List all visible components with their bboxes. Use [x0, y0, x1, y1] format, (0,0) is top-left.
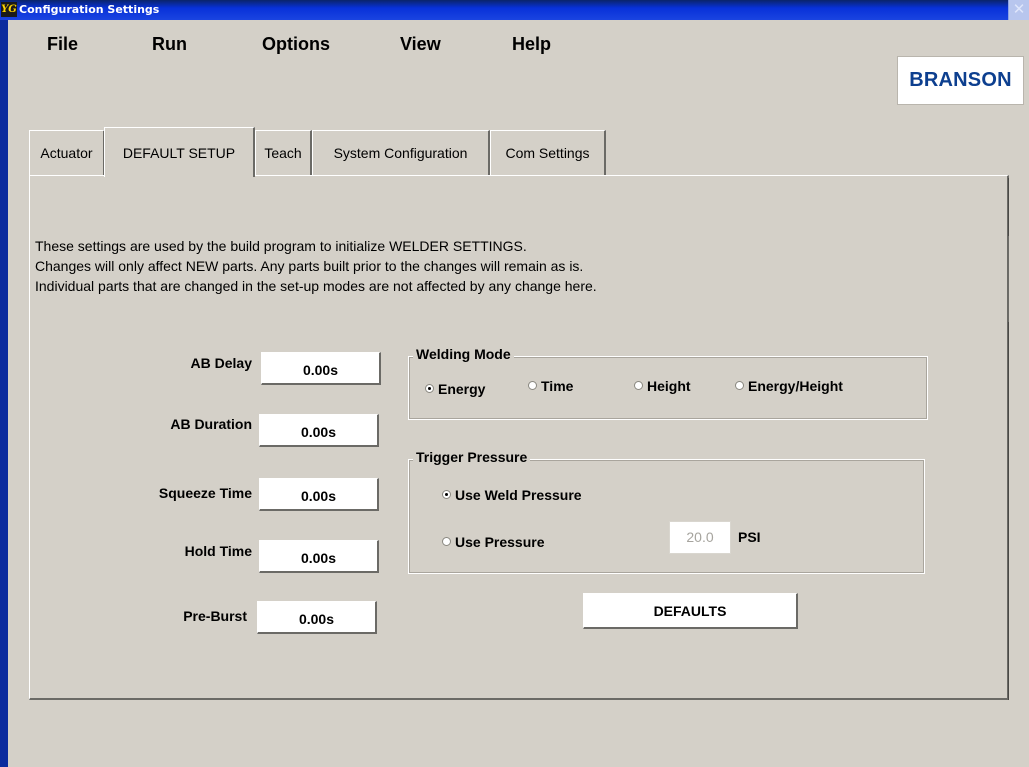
window-left-gap: [8, 20, 11, 767]
hold-time-field[interactable]: 0.00s: [259, 540, 379, 573]
radio-label: Height: [647, 378, 691, 394]
ab-delay-field[interactable]: 0.00s: [261, 352, 381, 385]
welding-mode-height-radio[interactable]: Height: [634, 378, 691, 394]
radio-selected-icon: [442, 490, 451, 499]
branson-logo: BRANSON: [897, 56, 1024, 105]
defaults-button[interactable]: DEFAULTS: [583, 593, 798, 629]
radio-label: Energy/Height: [748, 378, 843, 394]
radio-label: Energy: [438, 381, 486, 397]
tab-com-settings[interactable]: Com Settings: [490, 130, 606, 175]
radio-icon: [442, 537, 451, 546]
pressure-input[interactable]: 20.0: [669, 521, 731, 554]
welding-mode-time-radio[interactable]: Time: [528, 378, 573, 394]
tab-teach[interactable]: Teach: [255, 130, 312, 175]
radio-label: Use Pressure: [455, 534, 545, 550]
menu-options[interactable]: Options: [262, 34, 330, 55]
use-weld-pressure-radio[interactable]: Use Weld Pressure: [442, 487, 582, 503]
panel-divider-top: [1008, 178, 1009, 236]
squeeze-time-field[interactable]: 0.00s: [259, 478, 379, 511]
welding-mode-energy-radio[interactable]: Energy: [425, 381, 485, 397]
window-left-border: [0, 20, 8, 767]
squeeze-time-label: Squeeze Time: [158, 485, 252, 501]
radio-icon: [735, 381, 744, 390]
close-button[interactable]: ✕: [1008, 0, 1029, 20]
tab-system-configuration[interactable]: System Configuration: [312, 130, 490, 175]
info-line-2: Changes will only affect NEW parts. Any …: [35, 258, 584, 274]
radio-label: Use Weld Pressure: [455, 487, 582, 503]
menu-help[interactable]: Help: [512, 34, 551, 55]
use-pressure-radio[interactable]: Use Pressure: [442, 534, 545, 550]
radio-label: Time: [541, 378, 574, 394]
tab-actuator[interactable]: Actuator: [29, 130, 105, 175]
title-bar: YG Configuration Settings ✕: [0, 0, 1029, 20]
menu-run[interactable]: Run: [152, 34, 187, 55]
app-icon: YG: [1, 2, 17, 17]
trigger-pressure-title: Trigger Pressure: [413, 449, 531, 465]
info-line-1: These settings are used by the build pro…: [35, 238, 527, 254]
welding-mode-energy-height-radio[interactable]: Energy/Height: [735, 378, 843, 394]
radio-selected-icon: [425, 384, 434, 393]
menu-file[interactable]: File: [47, 34, 78, 55]
radio-icon: [634, 381, 643, 390]
hold-time-label: Hold Time: [184, 543, 252, 559]
radio-icon: [528, 381, 537, 390]
menu-view[interactable]: View: [400, 34, 441, 55]
ab-duration-label: AB Duration: [170, 416, 252, 432]
pre-burst-label: Pre-Burst: [183, 608, 247, 624]
trigger-pressure-group: [408, 459, 925, 574]
pre-burst-field[interactable]: 0.00s: [257, 601, 377, 634]
window-title: Configuration Settings: [19, 3, 160, 16]
ab-duration-field[interactable]: 0.00s: [259, 414, 379, 447]
panel-divider-bottom: [1008, 322, 1009, 700]
ab-delay-label: AB Delay: [190, 355, 252, 371]
info-line-3: Individual parts that are changed in the…: [35, 278, 597, 294]
welding-mode-title: Welding Mode: [413, 346, 514, 362]
tab-default-setup[interactable]: DEFAULT SETUP: [104, 127, 255, 177]
pressure-unit-label: PSI: [738, 529, 761, 545]
